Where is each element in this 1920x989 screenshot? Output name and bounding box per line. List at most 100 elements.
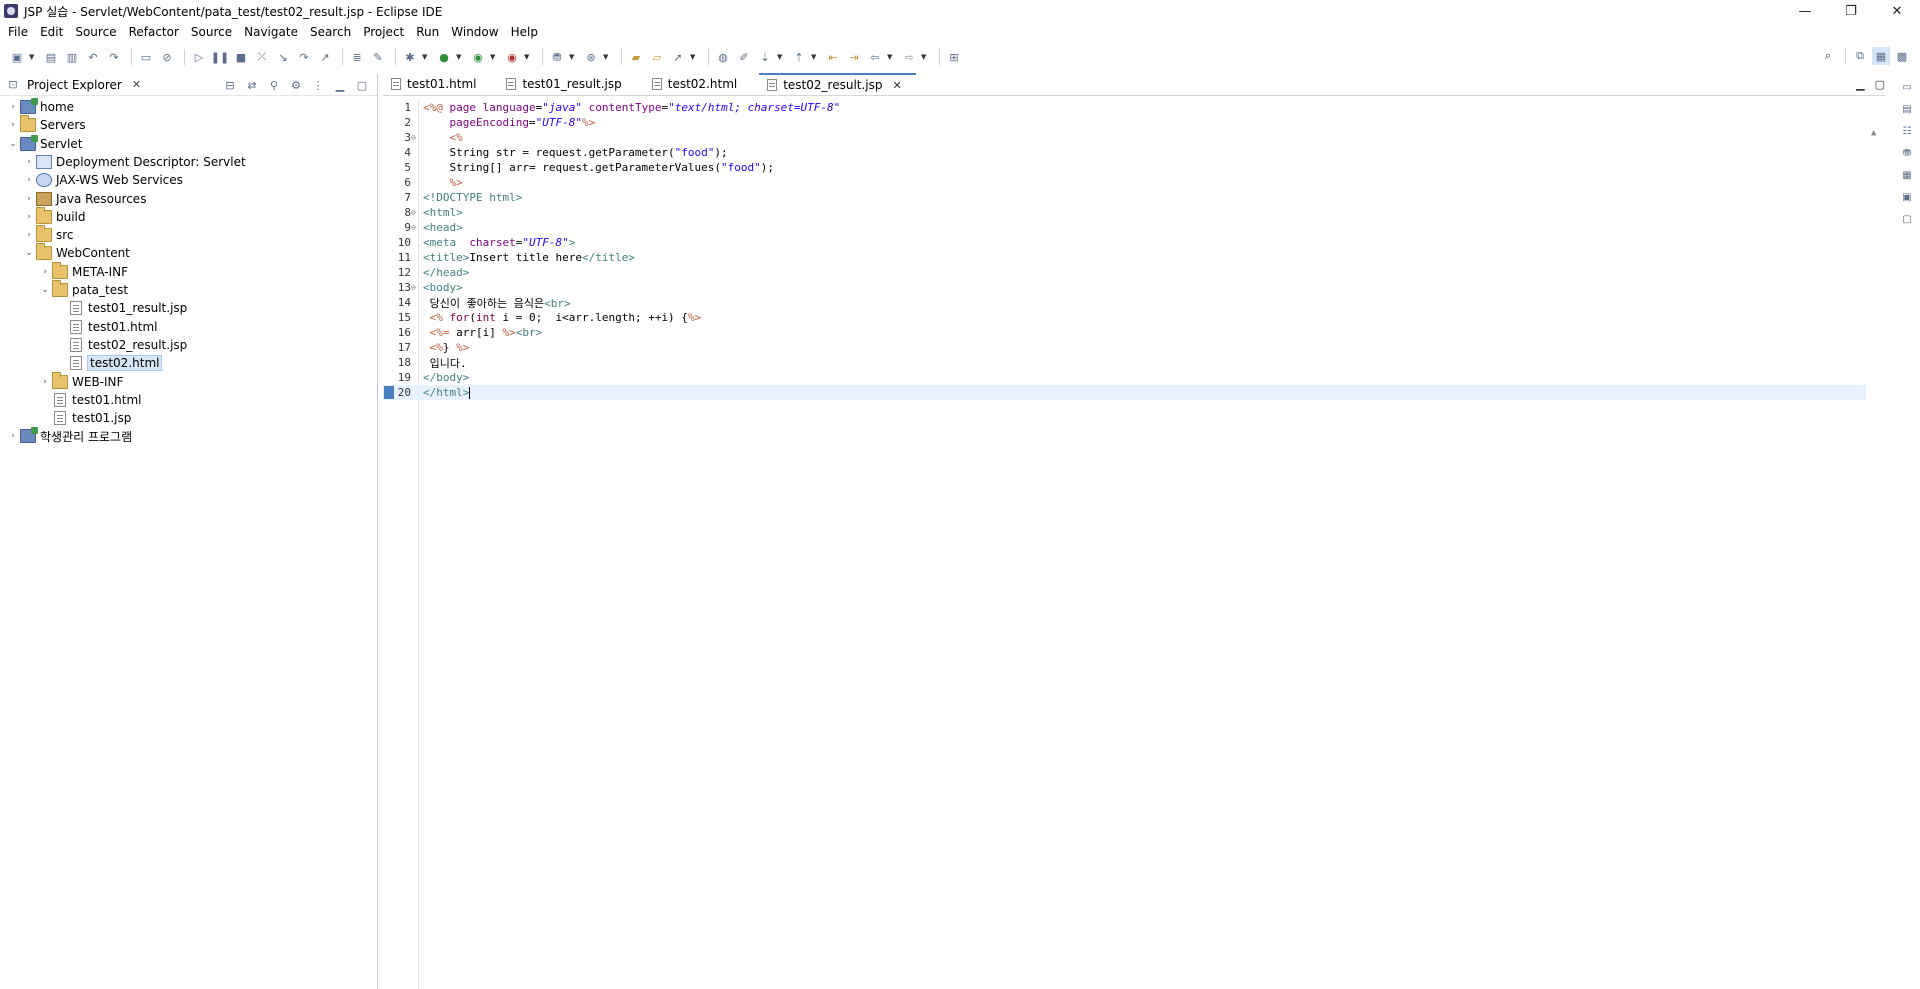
debug-icon[interactable]: ✱ xyxy=(401,48,419,66)
open-browser-icon[interactable]: ◍ xyxy=(714,48,732,66)
console-view-icon[interactable]: ▢ xyxy=(1900,212,1914,226)
code-line[interactable]: 6 %> xyxy=(383,175,1866,190)
external-tools-icon[interactable]: ◉ xyxy=(503,48,521,66)
fold-toggle-icon[interactable]: ⊖ xyxy=(411,208,419,217)
tree-item[interactable]: › META-INF xyxy=(38,261,128,281)
maximize-view-icon[interactable]: ▢ xyxy=(355,78,369,92)
save-all-icon[interactable]: ▥ xyxy=(63,48,81,66)
code-line[interactable]: 10 <meta charset="UTF-8"> xyxy=(383,235,1866,250)
code-editor[interactable]: ▲ ▼ 1 <%@ page language="java" contentTyp… xyxy=(383,100,1885,989)
coverage-dropdown-icon[interactable]: ▼ xyxy=(490,53,498,61)
tree-item[interactable]: › 학생관리 프로그램 xyxy=(6,427,132,445)
editor-tab[interactable]: test01.html xyxy=(383,73,490,95)
step-over-icon[interactable]: ↷ xyxy=(295,48,313,66)
tree-item[interactable]: ⌄ pata_test xyxy=(38,280,128,299)
new-class-icon[interactable]: ⊛ xyxy=(582,48,600,66)
editor-tab[interactable]: test01_result.jsp xyxy=(498,73,635,95)
code-line[interactable]: 9 ⊖ <head> xyxy=(383,220,1866,235)
chevron-right-icon[interactable]: › xyxy=(22,157,36,167)
menu-help[interactable]: Help xyxy=(505,22,544,42)
step-into-icon[interactable]: ↘ xyxy=(274,48,292,66)
maximize-editor-icon[interactable]: ▢ xyxy=(1875,78,1885,91)
chevron-right-icon[interactable]: › xyxy=(38,267,52,277)
menu-file[interactable]: File xyxy=(2,22,34,42)
fold-toggle-icon[interactable]: ⊖ xyxy=(411,223,419,232)
code-line[interactable]: 5 String[] arr= request.getParameterValu… xyxy=(383,160,1866,175)
minimize-view-icon[interactable]: ▁ xyxy=(333,78,347,92)
chevron-right-icon[interactable]: › xyxy=(38,377,52,387)
scroll-up-icon[interactable]: ▲ xyxy=(1871,128,1876,138)
tree-item[interactable]: test02_result.jsp xyxy=(54,336,187,354)
chevron-down-icon[interactable]: ⌄ xyxy=(22,248,36,258)
code-line[interactable]: 14 당신이 좋아하는 음식은<br> xyxy=(383,295,1866,310)
code-line[interactable]: 1 <%@ page language="java" contentType="t… xyxy=(383,100,1866,115)
tree-item[interactable]: › build xyxy=(22,206,86,226)
restore-icon[interactable]: ▭ xyxy=(1900,80,1914,94)
back-dropdown-icon[interactable]: ▼ xyxy=(887,53,895,61)
tree-item[interactable]: › src xyxy=(22,225,74,244)
new-server-icon[interactable]: ⛃ xyxy=(548,48,566,66)
minimize-editor-icon[interactable]: ▁ xyxy=(1856,78,1864,91)
tree-item[interactable]: › JAX-WS Web Services xyxy=(22,171,183,189)
terminate-icon[interactable]: ■ xyxy=(232,48,250,66)
menu-edit[interactable]: Edit xyxy=(34,22,69,42)
menu-source[interactable]: Source xyxy=(69,22,122,42)
editor-tab[interactable]: test02_result.jsp ✕ xyxy=(759,73,916,95)
close-icon[interactable]: ✕ xyxy=(132,78,141,91)
new-dropdown-icon[interactable]: ▼ xyxy=(29,53,37,61)
menu-navigate[interactable]: Navigate xyxy=(238,22,304,42)
run-icon[interactable]: ● xyxy=(435,48,453,66)
code-line[interactable]: 8 ⊖ <html> xyxy=(383,205,1866,220)
skip-breakpoints-icon[interactable]: ⊘ xyxy=(158,48,176,66)
forward-dropdown-icon[interactable]: ▼ xyxy=(921,53,929,61)
chevron-right-icon[interactable]: › xyxy=(6,120,20,130)
open-perspective-icon[interactable]: ⧉ xyxy=(1851,47,1869,65)
debug-dropdown-icon[interactable]: ▼ xyxy=(422,53,430,61)
code-line[interactable]: 4 String str = request.getParameter("foo… xyxy=(383,145,1866,160)
maximize-button[interactable]: ❐ xyxy=(1828,0,1874,22)
forward-icon[interactable]: ⇨ xyxy=(900,48,918,66)
outline-icon[interactable]: ▤ xyxy=(1900,102,1914,116)
code-line[interactable]: 3 ⊖ <% xyxy=(383,130,1866,145)
vertical-scrollbar[interactable]: ▲ ▼ xyxy=(1867,126,1885,989)
palette-icon[interactable]: ▦ xyxy=(1900,168,1914,182)
next-annotation-dropdown-icon[interactable]: ▼ xyxy=(777,53,785,61)
search-icon[interactable]: ⌕ xyxy=(1819,47,1837,65)
fold-toggle-icon[interactable]: ⊖ xyxy=(411,283,419,292)
close-button[interactable]: ✕ xyxy=(1874,0,1920,22)
resume-icon[interactable]: ▷ xyxy=(190,48,208,66)
tree-item[interactable]: › home xyxy=(6,98,74,116)
redo-icon[interactable]: ↷ xyxy=(105,48,123,66)
undo-icon[interactable]: ↶ xyxy=(84,48,102,66)
chevron-right-icon[interactable]: › xyxy=(22,230,36,240)
minimize-button[interactable]: — xyxy=(1782,0,1828,22)
java-ee-perspective-icon[interactable]: ▦ xyxy=(1872,47,1890,65)
new-class-dropdown-icon[interactable]: ▼ xyxy=(603,53,611,61)
debug-perspective-icon[interactable]: ▩ xyxy=(1893,47,1911,65)
tree-item[interactable]: test01_result.jsp xyxy=(54,299,187,317)
code-line[interactable]: 12 </head> xyxy=(383,265,1866,280)
tree-item[interactable]: › Servers xyxy=(6,115,86,134)
tree-item[interactable]: test01.html xyxy=(38,391,141,409)
open-type-icon[interactable]: ▰ xyxy=(627,48,645,66)
tree-item[interactable]: › Java Resources xyxy=(22,190,146,208)
search-tool-icon[interactable]: ➚ xyxy=(669,48,687,66)
open-task-icon[interactable]: ▱ xyxy=(648,48,666,66)
pin-editor-icon[interactable]: ⊞ xyxy=(945,48,963,66)
code-line[interactable]: 16 <%= arr[i] %><br> xyxy=(383,325,1866,340)
last-edit-icon[interactable]: ⇤ xyxy=(824,48,842,66)
servers-view-icon[interactable]: ⛃ xyxy=(1900,146,1914,160)
tree-item[interactable]: ⌄ WebContent xyxy=(22,243,130,262)
code-line[interactable]: 20 </html> xyxy=(383,385,1866,400)
focus-icon[interactable]: ⚙ xyxy=(289,78,303,92)
code-line[interactable]: 15 <% for(int i = 0; i<arr.length; ++i) … xyxy=(383,310,1866,325)
coverage-icon[interactable]: ◉ xyxy=(469,48,487,66)
toggle-block-icon[interactable]: ≣ xyxy=(348,48,366,66)
suspend-icon[interactable]: ❚❚ xyxy=(211,48,229,66)
tree-item[interactable]: test02.html xyxy=(54,354,163,372)
disconnect-icon[interactable]: ⤫ xyxy=(253,48,271,66)
forward-edit-icon[interactable]: ⇥ xyxy=(845,48,863,66)
prev-annotation-dropdown-icon[interactable]: ▼ xyxy=(811,53,819,61)
menu-search[interactable]: Search xyxy=(304,22,357,42)
close-icon[interactable]: ✕ xyxy=(893,79,902,92)
